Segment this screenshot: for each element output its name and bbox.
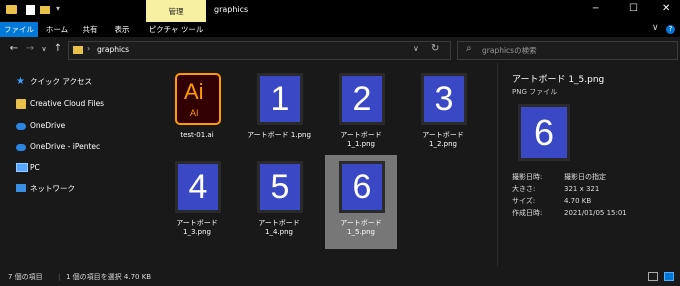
image-thumbnail: 4 [175, 161, 221, 213]
folder-icon [73, 46, 83, 54]
item-count: 7 個の項目 [8, 273, 43, 281]
file-name: アートボード 1.png [247, 131, 311, 139]
address-dropdown-icon[interactable]: ∨ [413, 44, 419, 53]
file-item[interactable]: 2 アートボード 1_1.png [325, 67, 397, 161]
pc-icon [16, 163, 28, 172]
image-thumbnail: 1 [257, 73, 303, 125]
search-input[interactable]: ⌕ graphicsの検索 [457, 41, 678, 60]
preview-file-type: PNG ファイル [512, 88, 558, 96]
tab-view[interactable]: 表示 [108, 22, 136, 37]
preview-title: アートボード 1_5.png [512, 75, 605, 85]
title-bar: ▾ graphics ─ ☐ ✕ [0, 0, 680, 22]
cloud-icon [16, 144, 26, 151]
cloud-icon [16, 123, 26, 130]
minimize-button[interactable]: ─ [593, 4, 598, 14]
forward-arrow-icon[interactable]: → [24, 42, 36, 56]
file-item[interactable]: 5 アートボード 1_4.png [243, 155, 315, 249]
details-view-icon[interactable] [648, 272, 658, 281]
network-icon [16, 184, 26, 192]
file-item[interactable]: Ai AI test-01.ai [161, 67, 233, 161]
file-item[interactable]: 4 アートボード 1_3.png [161, 155, 233, 249]
illustrator-file-icon: Ai AI [175, 73, 221, 125]
window-title: graphics [214, 5, 249, 14]
navigation-pane: ★ クイック アクセス Creative Cloud Files OneDriv… [0, 63, 156, 267]
image-thumbnail: 5 [257, 161, 303, 213]
breadcrumb[interactable]: graphics [97, 45, 129, 54]
quick-access-toolbar: ▾ [22, 4, 86, 17]
tab-file[interactable]: ファイル [0, 22, 38, 37]
image-thumbnail: 3 [421, 73, 467, 125]
selection-info: 1 個の項目を選択 4.70 KB [66, 273, 152, 281]
creative-cloud-folder-icon [16, 99, 26, 109]
large-icons-view-icon[interactable] [664, 272, 674, 281]
sidebar-item-onedrive[interactable]: OneDrive [0, 116, 156, 136]
address-bar-row: ← → ∨ ↑ › graphics ∨ ↻ ⌕ graphicsの検索 [0, 37, 680, 63]
properties-icon[interactable] [26, 5, 35, 15]
image-thumbnail: 2 [339, 73, 385, 125]
breadcrumb-separator-icon: › [87, 44, 91, 53]
file-name: アートボード 1_3.png [176, 219, 218, 236]
preview-thumbnail: 6 [518, 104, 570, 161]
help-icon[interactable]: ? [666, 25, 675, 34]
file-list: Ai AI test-01.ai 1 アートボード 1.png 2 アートボード… [156, 63, 496, 267]
file-name: アートボード 1_2.png [422, 131, 464, 148]
close-button[interactable]: ✕ [662, 3, 670, 14]
new-folder-icon[interactable] [40, 6, 50, 14]
file-name: アートボード 1_5.png [340, 219, 382, 236]
status-separator: | [58, 273, 61, 281]
chevron-down-icon[interactable]: ▾ [56, 4, 60, 13]
context-tab-label: 管理 [168, 7, 184, 16]
file-name: test-01.ai [180, 131, 214, 139]
star-icon: ★ [16, 76, 25, 87]
folder-icon [6, 5, 17, 14]
sidebar-item-network[interactable]: ネットワーク [0, 179, 156, 199]
up-arrow-icon[interactable]: ↑ [52, 42, 64, 56]
maximize-button[interactable]: ☐ [629, 3, 638, 14]
back-arrow-icon[interactable]: ← [8, 42, 20, 56]
tab-home[interactable]: ホーム [40, 22, 74, 37]
sidebar-item-quick-access[interactable]: ★ クイック アクセス [0, 72, 156, 92]
file-name: アートボード 1_1.png [340, 131, 382, 148]
tab-picture-tools[interactable]: ピクチャ ツール [146, 22, 206, 37]
search-icon: ⌕ [466, 43, 472, 54]
refresh-icon[interactable]: ↻ [431, 43, 439, 54]
sidebar-item-onedrive-ipentec[interactable]: OneDrive - iPentec [0, 137, 156, 157]
address-field[interactable]: › graphics ∨ ↻ [68, 41, 451, 60]
ribbon-tabs: ファイル ホーム 共有 表示 ピクチャ ツール 管理 ∨ ? [0, 7, 680, 37]
recent-chevron-icon[interactable]: ∨ [38, 42, 50, 56]
tab-share[interactable]: 共有 [76, 22, 104, 37]
status-bar: 7 個の項目 | 1 個の項目を選択 4.70 KB [0, 268, 680, 286]
sidebar-item-creative-cloud[interactable]: Creative Cloud Files [0, 94, 156, 114]
search-placeholder: graphicsの検索 [482, 46, 537, 55]
file-item[interactable]: 1 アートボード 1.png [243, 67, 315, 161]
details-pane: アートボード 1_5.png PNG ファイル 6 撮影日時: 撮影日の指定 大き… [497, 63, 680, 267]
sidebar-item-pc[interactable]: PC [0, 158, 156, 178]
file-item-selected[interactable]: 6 アートボード 1_5.png [325, 155, 397, 249]
file-name: アートボード 1_4.png [258, 219, 300, 236]
chevron-down-icon[interactable]: ∨ [652, 23, 659, 33]
image-thumbnail: 6 [339, 161, 385, 213]
file-item[interactable]: 3 アートボード 1_2.png [407, 67, 479, 161]
